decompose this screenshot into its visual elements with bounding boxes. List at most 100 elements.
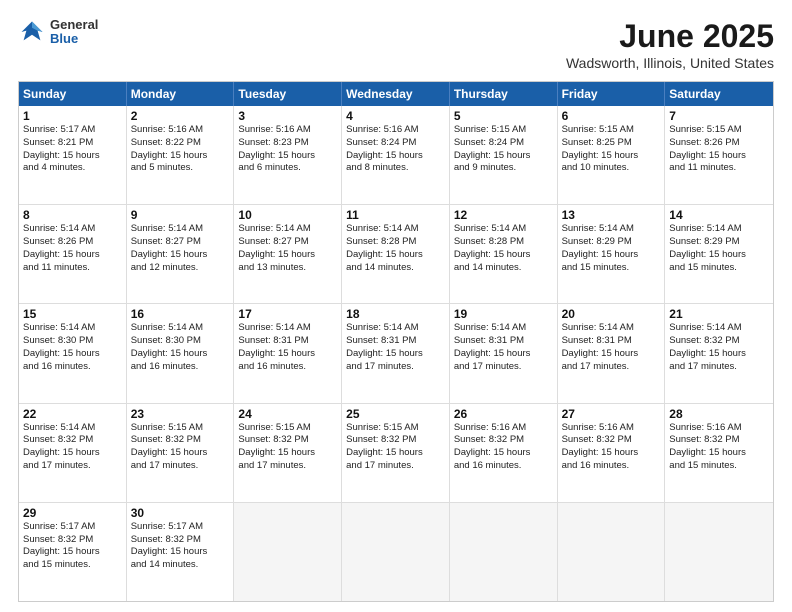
calendar-cell: 30Sunrise: 5:17 AM Sunset: 8:32 PM Dayli… xyxy=(127,503,235,601)
calendar-row: 1Sunrise: 5:17 AM Sunset: 8:21 PM Daylig… xyxy=(19,106,773,204)
day-number: 1 xyxy=(23,109,122,123)
calendar-cell: 9Sunrise: 5:14 AM Sunset: 8:27 PM Daylig… xyxy=(127,205,235,303)
calendar-header: SundayMondayTuesdayWednesdayThursdayFrid… xyxy=(19,82,773,106)
day-info: Sunrise: 5:14 AM Sunset: 8:30 PM Dayligh… xyxy=(23,322,122,373)
calendar-row: 15Sunrise: 5:14 AM Sunset: 8:30 PM Dayli… xyxy=(19,303,773,402)
day-number: 23 xyxy=(131,407,230,421)
calendar-cell xyxy=(450,503,558,601)
main-title: June 2025 xyxy=(566,18,774,55)
day-info: Sunrise: 5:14 AM Sunset: 8:29 PM Dayligh… xyxy=(669,223,769,274)
calendar-cell: 8Sunrise: 5:14 AM Sunset: 8:26 PM Daylig… xyxy=(19,205,127,303)
day-number: 3 xyxy=(238,109,337,123)
day-number: 14 xyxy=(669,208,769,222)
day-info: Sunrise: 5:14 AM Sunset: 8:29 PM Dayligh… xyxy=(562,223,661,274)
calendar-cell: 12Sunrise: 5:14 AM Sunset: 8:28 PM Dayli… xyxy=(450,205,558,303)
day-number: 5 xyxy=(454,109,553,123)
day-number: 26 xyxy=(454,407,553,421)
calendar: SundayMondayTuesdayWednesdayThursdayFrid… xyxy=(18,81,774,602)
calendar-cell: 10Sunrise: 5:14 AM Sunset: 8:27 PM Dayli… xyxy=(234,205,342,303)
logo-text: General Blue xyxy=(50,18,98,47)
calendar-cell xyxy=(665,503,773,601)
day-number: 10 xyxy=(238,208,337,222)
calendar-cell: 14Sunrise: 5:14 AM Sunset: 8:29 PM Dayli… xyxy=(665,205,773,303)
calendar-cell: 1Sunrise: 5:17 AM Sunset: 8:21 PM Daylig… xyxy=(19,106,127,204)
day-number: 28 xyxy=(669,407,769,421)
day-number: 8 xyxy=(23,208,122,222)
day-info: Sunrise: 5:16 AM Sunset: 8:32 PM Dayligh… xyxy=(562,422,661,473)
calendar-cell: 3Sunrise: 5:16 AM Sunset: 8:23 PM Daylig… xyxy=(234,106,342,204)
header: General Blue June 2025 Wadsworth, Illino… xyxy=(18,18,774,71)
calendar-header-cell: Monday xyxy=(127,82,235,106)
calendar-header-cell: Tuesday xyxy=(234,82,342,106)
calendar-cell: 11Sunrise: 5:14 AM Sunset: 8:28 PM Dayli… xyxy=(342,205,450,303)
day-info: Sunrise: 5:16 AM Sunset: 8:22 PM Dayligh… xyxy=(131,124,230,175)
day-info: Sunrise: 5:15 AM Sunset: 8:32 PM Dayligh… xyxy=(131,422,230,473)
day-info: Sunrise: 5:14 AM Sunset: 8:27 PM Dayligh… xyxy=(238,223,337,274)
day-number: 19 xyxy=(454,307,553,321)
calendar-cell: 21Sunrise: 5:14 AM Sunset: 8:32 PM Dayli… xyxy=(665,304,773,402)
day-info: Sunrise: 5:14 AM Sunset: 8:31 PM Dayligh… xyxy=(238,322,337,373)
day-number: 17 xyxy=(238,307,337,321)
calendar-cell: 18Sunrise: 5:14 AM Sunset: 8:31 PM Dayli… xyxy=(342,304,450,402)
logo-line2: Blue xyxy=(50,32,98,46)
day-info: Sunrise: 5:16 AM Sunset: 8:32 PM Dayligh… xyxy=(669,422,769,473)
calendar-cell xyxy=(234,503,342,601)
day-info: Sunrise: 5:15 AM Sunset: 8:26 PM Dayligh… xyxy=(669,124,769,175)
day-number: 25 xyxy=(346,407,445,421)
day-info: Sunrise: 5:17 AM Sunset: 8:32 PM Dayligh… xyxy=(23,521,122,572)
day-info: Sunrise: 5:17 AM Sunset: 8:21 PM Dayligh… xyxy=(23,124,122,175)
calendar-cell: 16Sunrise: 5:14 AM Sunset: 8:30 PM Dayli… xyxy=(127,304,235,402)
day-number: 18 xyxy=(346,307,445,321)
calendar-cell: 19Sunrise: 5:14 AM Sunset: 8:31 PM Dayli… xyxy=(450,304,558,402)
calendar-cell: 17Sunrise: 5:14 AM Sunset: 8:31 PM Dayli… xyxy=(234,304,342,402)
day-number: 6 xyxy=(562,109,661,123)
calendar-cell: 15Sunrise: 5:14 AM Sunset: 8:30 PM Dayli… xyxy=(19,304,127,402)
calendar-cell: 28Sunrise: 5:16 AM Sunset: 8:32 PM Dayli… xyxy=(665,404,773,502)
day-info: Sunrise: 5:14 AM Sunset: 8:30 PM Dayligh… xyxy=(131,322,230,373)
calendar-cell: 13Sunrise: 5:14 AM Sunset: 8:29 PM Dayli… xyxy=(558,205,666,303)
title-block: June 2025 Wadsworth, Illinois, United St… xyxy=(566,18,774,71)
day-info: Sunrise: 5:14 AM Sunset: 8:31 PM Dayligh… xyxy=(562,322,661,373)
day-info: Sunrise: 5:14 AM Sunset: 8:27 PM Dayligh… xyxy=(131,223,230,274)
calendar-row: 8Sunrise: 5:14 AM Sunset: 8:26 PM Daylig… xyxy=(19,204,773,303)
calendar-cell: 29Sunrise: 5:17 AM Sunset: 8:32 PM Dayli… xyxy=(19,503,127,601)
calendar-cell: 27Sunrise: 5:16 AM Sunset: 8:32 PM Dayli… xyxy=(558,404,666,502)
day-number: 16 xyxy=(131,307,230,321)
day-info: Sunrise: 5:14 AM Sunset: 8:32 PM Dayligh… xyxy=(669,322,769,373)
calendar-cell xyxy=(342,503,450,601)
calendar-cell: 24Sunrise: 5:15 AM Sunset: 8:32 PM Dayli… xyxy=(234,404,342,502)
day-info: Sunrise: 5:14 AM Sunset: 8:28 PM Dayligh… xyxy=(346,223,445,274)
day-info: Sunrise: 5:16 AM Sunset: 8:32 PM Dayligh… xyxy=(454,422,553,473)
day-number: 13 xyxy=(562,208,661,222)
day-info: Sunrise: 5:15 AM Sunset: 8:32 PM Dayligh… xyxy=(346,422,445,473)
calendar-header-cell: Wednesday xyxy=(342,82,450,106)
calendar-cell: 2Sunrise: 5:16 AM Sunset: 8:22 PM Daylig… xyxy=(127,106,235,204)
day-number: 22 xyxy=(23,407,122,421)
day-number: 7 xyxy=(669,109,769,123)
day-number: 27 xyxy=(562,407,661,421)
calendar-cell xyxy=(558,503,666,601)
calendar-cell: 26Sunrise: 5:16 AM Sunset: 8:32 PM Dayli… xyxy=(450,404,558,502)
day-info: Sunrise: 5:15 AM Sunset: 8:25 PM Dayligh… xyxy=(562,124,661,175)
day-number: 4 xyxy=(346,109,445,123)
page: General Blue June 2025 Wadsworth, Illino… xyxy=(0,0,792,612)
day-number: 24 xyxy=(238,407,337,421)
day-number: 12 xyxy=(454,208,553,222)
day-info: Sunrise: 5:14 AM Sunset: 8:28 PM Dayligh… xyxy=(454,223,553,274)
calendar-row: 29Sunrise: 5:17 AM Sunset: 8:32 PM Dayli… xyxy=(19,502,773,601)
subtitle: Wadsworth, Illinois, United States xyxy=(566,55,774,71)
day-number: 11 xyxy=(346,208,445,222)
calendar-cell: 4Sunrise: 5:16 AM Sunset: 8:24 PM Daylig… xyxy=(342,106,450,204)
calendar-cell: 25Sunrise: 5:15 AM Sunset: 8:32 PM Dayli… xyxy=(342,404,450,502)
day-number: 2 xyxy=(131,109,230,123)
calendar-cell: 7Sunrise: 5:15 AM Sunset: 8:26 PM Daylig… xyxy=(665,106,773,204)
day-info: Sunrise: 5:14 AM Sunset: 8:26 PM Dayligh… xyxy=(23,223,122,274)
day-number: 20 xyxy=(562,307,661,321)
day-number: 15 xyxy=(23,307,122,321)
day-number: 9 xyxy=(131,208,230,222)
calendar-cell: 20Sunrise: 5:14 AM Sunset: 8:31 PM Dayli… xyxy=(558,304,666,402)
calendar-header-cell: Sunday xyxy=(19,82,127,106)
day-number: 29 xyxy=(23,506,122,520)
logo-line1: General xyxy=(50,18,98,32)
day-number: 21 xyxy=(669,307,769,321)
